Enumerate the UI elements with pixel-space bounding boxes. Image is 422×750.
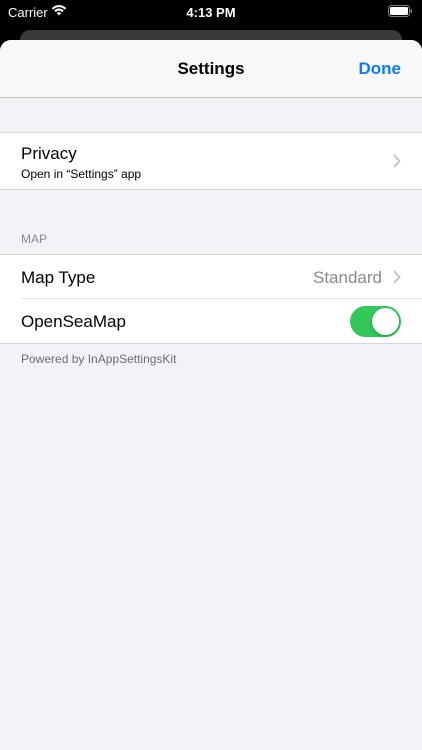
map-group: Map Type Standard OpenSeaMap xyxy=(0,254,422,344)
done-button[interactable]: Done xyxy=(359,59,402,79)
navigation-bar: Settings Done xyxy=(0,40,422,98)
status-bar: Carrier 4:13 PM xyxy=(0,0,422,24)
openseamap-label: OpenSeaMap xyxy=(21,312,126,331)
section-header-map: MAP xyxy=(21,232,48,246)
openseamap-toggle[interactable] xyxy=(350,306,401,337)
map-type-row[interactable]: Map Type Standard xyxy=(0,255,422,299)
privacy-group: Privacy Open in “Settings” app xyxy=(0,132,422,190)
privacy-title: Privacy xyxy=(21,144,77,163)
map-type-value: Standard xyxy=(313,268,382,287)
clock-time: 4:13 PM xyxy=(186,5,236,20)
chevron-right-icon xyxy=(393,270,401,284)
privacy-subtitle: Open in “Settings” app xyxy=(21,167,142,181)
toggle-knob xyxy=(372,308,399,335)
footer-text: Powered by InAppSettingsKit xyxy=(21,352,177,366)
privacy-row[interactable]: Privacy Open in “Settings” app xyxy=(0,133,422,189)
openseamap-row: OpenSeaMap xyxy=(0,299,422,343)
settings-sheet: Settings Done Privacy Open in “Settings”… xyxy=(0,40,422,750)
map-type-label: Map Type xyxy=(21,268,96,287)
battery-icon xyxy=(388,5,412,17)
chevron-right-icon xyxy=(393,154,401,168)
